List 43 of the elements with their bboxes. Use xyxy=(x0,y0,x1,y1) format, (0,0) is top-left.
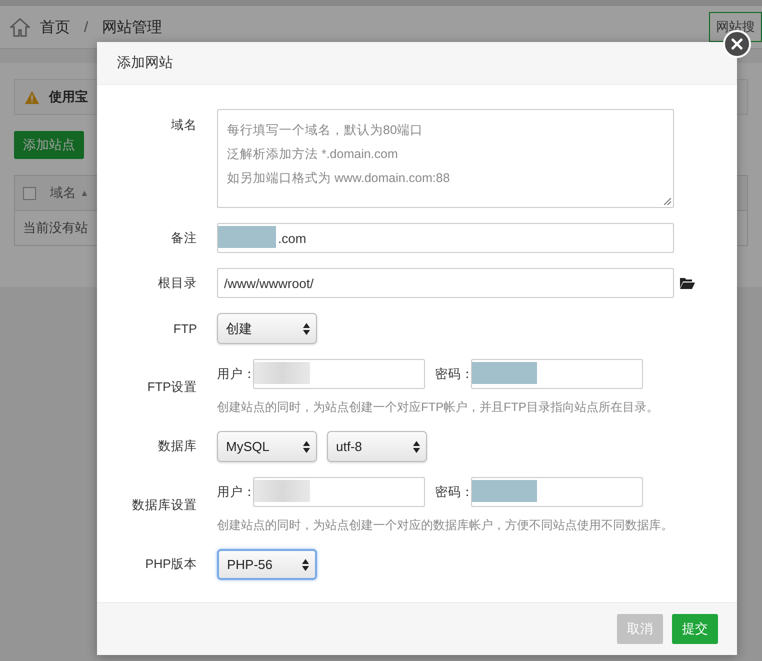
select-dropdown[interactable]: MySQL xyxy=(217,431,317,462)
home-icon[interactable] xyxy=(10,18,30,36)
breadcrumb-link[interactable]: 首页 xyxy=(40,18,70,36)
domain-textarea[interactable]: 每行填写一个域名，默认为80端口 泛解析添加方法 *.domain.com 如另加端口格式为 www.domain.com:88 xyxy=(217,109,674,208)
field-label: 数据库 xyxy=(157,438,197,455)
placeholder-text: 如另加端口格式为 www.domain.com:88 xyxy=(227,170,450,187)
field-label: 数据库设置 xyxy=(131,497,197,514)
close-icon xyxy=(731,38,743,50)
password-label: 密码： xyxy=(435,484,471,500)
checkbox[interactable] xyxy=(23,186,36,200)
select-dropdown[interactable]: 创建 xyxy=(217,313,317,344)
resize-grip-icon xyxy=(664,198,671,205)
placeholder-text: 泛解析添加方法 *.domain.com xyxy=(227,146,398,163)
submit-button[interactable]: 提交 xyxy=(672,614,718,644)
help-text: 创建站点的同时，为站点创建一个对应FTP帐户，并且FTP目录指向站点所在目录。 xyxy=(217,399,660,416)
field-label: PHP版本 xyxy=(144,556,197,573)
placeholder-text: 每行填写一个域名，默认为80端口 xyxy=(227,122,423,139)
dialog-title: 添加网站 xyxy=(117,54,173,72)
password-label: 密码： xyxy=(435,366,471,382)
path-field[interactable]: /www/wwwroot/ xyxy=(217,268,674,298)
breadcrumb-separator: / xyxy=(84,18,88,36)
field-label: FTP设置 xyxy=(146,379,197,396)
notice-text: 使用宝 xyxy=(49,88,88,106)
field-label: FTP xyxy=(172,322,197,336)
updown-icon xyxy=(413,440,420,452)
select-dropdown[interactable]: utf-8 xyxy=(327,431,427,462)
field-label: 域名 xyxy=(170,117,197,134)
empty-text: 当前没有站 xyxy=(23,219,88,237)
field-label: 根目录 xyxy=(157,274,197,292)
updown-icon xyxy=(302,558,309,570)
sort-icon: ▲ xyxy=(80,188,89,198)
warning-icon xyxy=(25,90,39,104)
help-text: 创建站点的同时，为站点创建一个对应的数据库帐户，方便不同站点使用不同数据库。 xyxy=(217,517,674,534)
select-dropdown[interactable]: PHP-56 xyxy=(217,549,317,580)
column-header[interactable]: 域名 xyxy=(50,184,76,202)
folder-icon[interactable] xyxy=(680,277,695,289)
user-label: 用户： xyxy=(217,366,253,382)
updown-icon xyxy=(303,322,310,334)
note-field[interactable]: .com xyxy=(217,223,674,253)
field-label: 备注 xyxy=(170,230,197,246)
user-label: 用户： xyxy=(217,484,253,500)
updown-icon xyxy=(303,440,310,452)
breadcrumb-current: 网站管理 xyxy=(102,18,162,36)
